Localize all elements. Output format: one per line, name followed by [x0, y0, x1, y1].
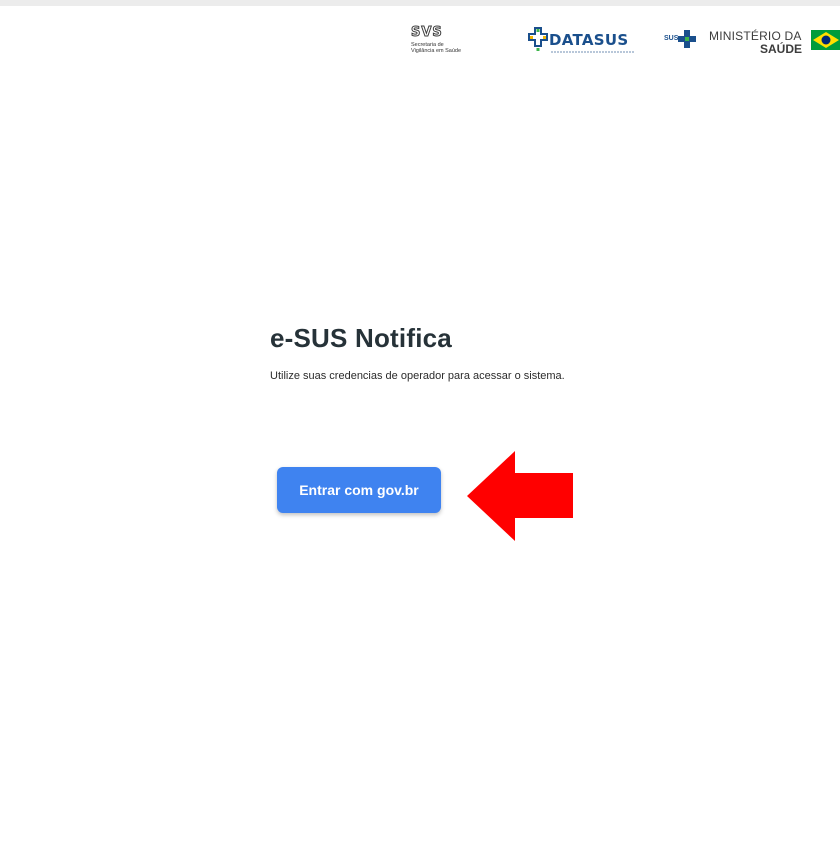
datasus-tagline: [551, 51, 635, 53]
sus-cross-icon: [678, 30, 696, 48]
svs-logo: SVS Secretaria de Vigilância em Saúde: [411, 26, 481, 62]
ministry-of-health-logo: SUS MINISTÉRIO DA SAÚDE: [664, 28, 840, 62]
page-subtitle: Utilize suas credencias de operador para…: [270, 370, 565, 382]
sus-text: SUS: [664, 35, 679, 42]
arrow-left-icon: [467, 451, 573, 541]
datasus-cross-icon: [528, 27, 548, 51]
ministry-line2: SAÚDE: [760, 42, 803, 56]
page-title: e-SUS Notifica: [270, 323, 452, 353]
datasus-wordmark: DATASUS: [549, 31, 629, 49]
svs-logo-mark: SVS: [411, 25, 443, 40]
ministry-line1: MINISTÉRIO DA: [709, 29, 802, 43]
brazil-flag-icon: [811, 30, 840, 50]
datasus-logo: DATASUS: [527, 26, 639, 60]
svs-logo-line2: Vigilância em Saúde: [411, 48, 462, 54]
login-page: SVS Secretaria de Vigilância em Saúde DA…: [0, 0, 840, 843]
browser-top-strip: [0, 0, 840, 6]
govbr-login-button[interactable]: Entrar com gov.br: [277, 467, 441, 513]
